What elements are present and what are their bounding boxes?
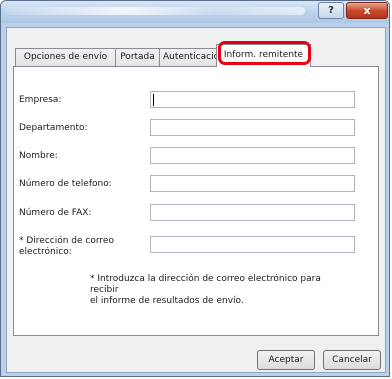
company-row: Empresa: xyxy=(19,91,374,113)
department-input[interactable] xyxy=(150,119,355,136)
email-label: * Dirección de correo electrónico: xyxy=(19,236,114,258)
department-label: Departamento: xyxy=(19,123,88,133)
tab-send-options[interactable]: Opciones de envío xyxy=(15,48,116,66)
text-caret xyxy=(153,94,154,106)
phone-row: Número de telefono: xyxy=(19,175,374,197)
dialog-client-area: Opciones de envío Portada Autenticación … xyxy=(6,27,386,373)
phone-label: Número de telefono: xyxy=(19,179,112,189)
email-note-line2: el informe de resultados de envío. xyxy=(90,296,244,306)
fax-label: Número de FAX: xyxy=(19,208,92,218)
sender-info-dialog: ? x Opciones de envío Portada Autenticac… xyxy=(0,0,390,377)
phone-input[interactable] xyxy=(150,175,355,192)
company-label: Empresa: xyxy=(19,95,62,105)
department-row: Departamento: xyxy=(19,119,374,141)
email-note-line1: * Introduzca la dirección de correo elec… xyxy=(90,274,321,295)
fax-row: Número de FAX: xyxy=(19,204,374,226)
title-bar-decoration xyxy=(5,7,305,15)
close-icon: x xyxy=(363,4,371,17)
email-input[interactable] xyxy=(150,236,355,253)
email-row: * Dirección de correo electrónico: xyxy=(19,236,374,264)
help-button[interactable]: ? xyxy=(318,2,344,19)
tab-highlight-frame xyxy=(218,41,311,65)
email-label-line2: electrónico: xyxy=(19,247,72,257)
name-label: Nombre: xyxy=(19,151,58,161)
help-icon: ? xyxy=(328,5,334,16)
company-input[interactable] xyxy=(150,91,355,108)
tab-cover[interactable]: Portada xyxy=(115,48,160,66)
tab-panel-sender-info: Empresa: Departamento: Nombre: Número de… xyxy=(13,66,379,336)
email-label-line1: * Dirección de correo xyxy=(19,236,114,246)
name-input[interactable] xyxy=(150,147,355,164)
tab-strip: Opciones de envío Portada Autenticación … xyxy=(13,42,379,67)
tab-authentication[interactable]: Autenticación xyxy=(159,48,217,66)
name-row: Nombre: xyxy=(19,147,374,169)
title-bar[interactable]: ? x xyxy=(1,1,389,23)
fax-input[interactable] xyxy=(150,204,355,221)
ok-button[interactable]: Aceptar xyxy=(257,350,315,370)
close-button[interactable]: x xyxy=(346,2,388,19)
cancel-button[interactable]: Cancelar xyxy=(323,350,381,370)
email-note: * Introduzca la dirección de correo elec… xyxy=(90,274,340,307)
